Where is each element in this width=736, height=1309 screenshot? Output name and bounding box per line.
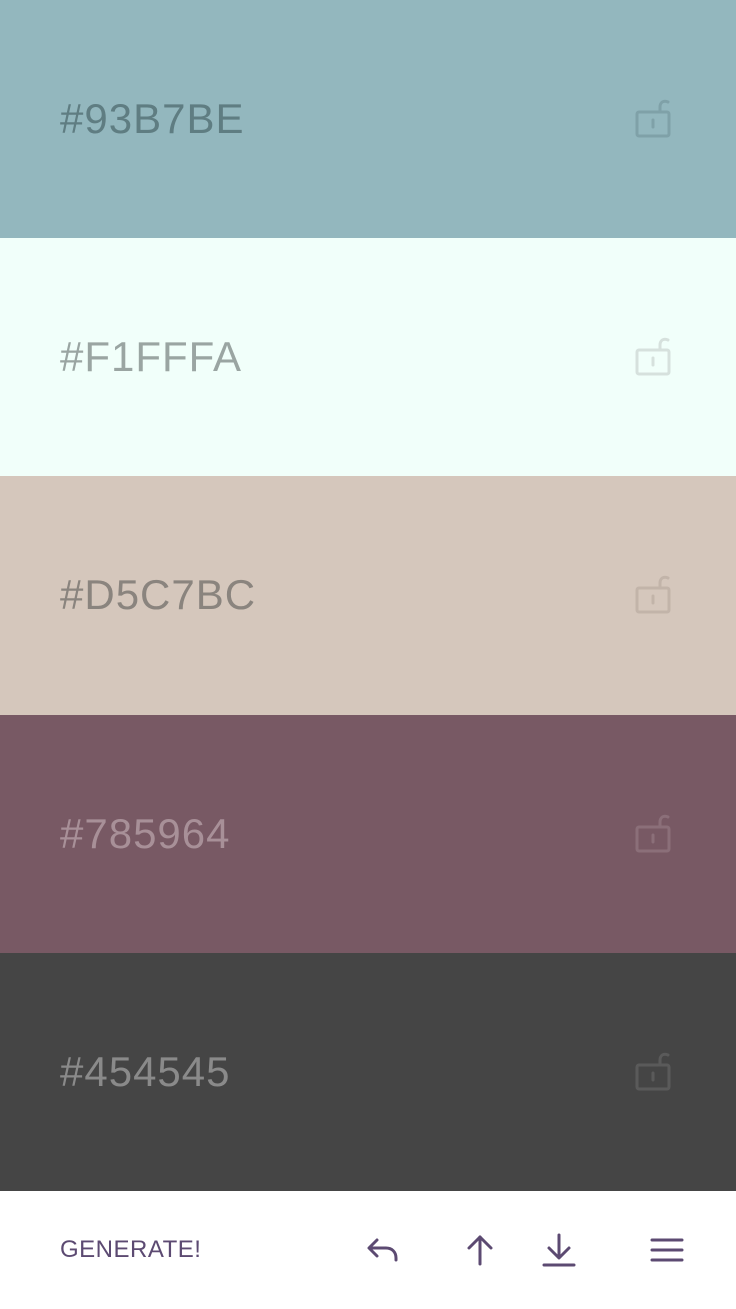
swatch-3[interactable]: #D5C7BC [0,476,736,715]
swatch-hex-label[interactable]: #454545 [60,1048,231,1096]
menu-icon[interactable] [647,1230,687,1270]
swatch-1[interactable]: #93B7BE [0,0,736,239]
swatch-hex-label[interactable]: #D5C7BC [60,571,256,619]
unlocked-padlock-icon[interactable] [634,574,674,616]
bottom-toolbar: GENERATE! [0,1191,736,1309]
swatch-2[interactable]: #F1FFFA [0,238,736,477]
upload-icon[interactable] [460,1230,500,1270]
unlocked-padlock-icon[interactable] [634,1051,674,1093]
swatch-list: #93B7BE #F1FFFA #D5C7BC #785964 #454545 [0,0,736,1191]
unlocked-padlock-icon[interactable] [634,813,674,855]
swatch-hex-label[interactable]: #F1FFFA [60,333,242,381]
download-icon[interactable] [539,1230,579,1270]
unlocked-padlock-icon[interactable] [634,98,674,140]
swatch-hex-label[interactable]: #93B7BE [60,95,244,143]
swatch-hex-label[interactable]: #785964 [60,810,231,858]
undo-icon[interactable] [362,1230,402,1270]
swatch-4[interactable]: #785964 [0,714,736,953]
unlocked-padlock-icon[interactable] [634,336,674,378]
generate-button[interactable]: GENERATE! [60,1236,201,1264]
swatch-5[interactable]: #454545 [0,952,736,1191]
palette-app: #93B7BE #F1FFFA #D5C7BC #785964 #454545 … [0,0,736,1309]
